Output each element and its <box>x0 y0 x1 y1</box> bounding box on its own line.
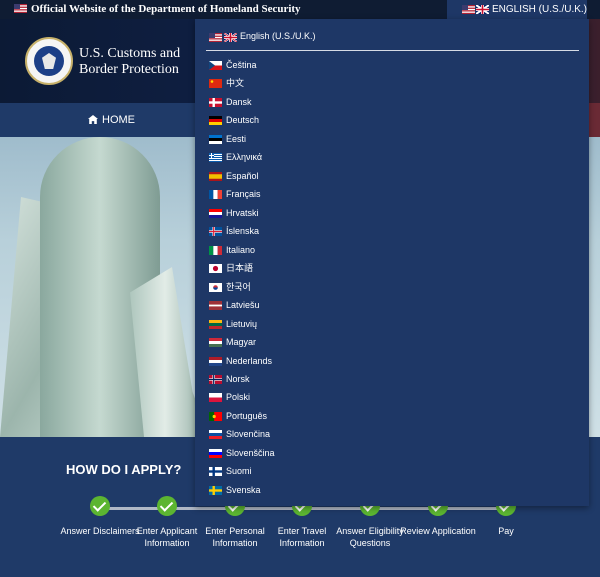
language-option-label: Deutsch <box>226 115 260 126</box>
language-option-label: Español <box>226 170 259 181</box>
language-option-label: Suomi <box>226 466 252 477</box>
checkmark-icon <box>157 496 177 516</box>
language-option-label: Français <box>226 189 261 200</box>
fi-flag-icon <box>209 467 222 477</box>
language-selector-button[interactable]: ENGLISH (U.S./U.K.) <box>447 0 587 19</box>
cz-flag-icon <box>209 61 222 70</box>
agency-name-line1: U.S. Customs and <box>79 46 181 61</box>
uk-flag-icon <box>224 33 237 42</box>
language-option-label: 한국어 <box>226 281 251 292</box>
agency-name-line2: Border Protection <box>79 62 179 77</box>
language-option-label: Slovenščina <box>226 447 275 458</box>
gr-flag-icon <box>209 153 222 163</box>
language-option-label: Polski <box>226 392 251 403</box>
jp-flag-icon <box>209 264 222 274</box>
lt-flag-icon <box>209 319 222 329</box>
step-label: Pay <box>498 526 514 536</box>
language-option-label: Magyar <box>226 337 257 348</box>
language-option-label: 中文 <box>226 78 245 89</box>
checkmark-icon <box>90 496 110 516</box>
es-flag-icon <box>209 171 222 181</box>
cn-flag-icon <box>209 79 222 89</box>
dropdown-divider <box>206 50 579 51</box>
language-option-label: Norsk <box>226 373 250 384</box>
language-option-label: Íslenska <box>226 226 260 237</box>
no-flag-icon <box>209 374 222 384</box>
language-option-label: Português <box>226 410 268 421</box>
dk-flag-icon <box>209 97 222 107</box>
nl-flag-icon <box>209 356 222 366</box>
language-option-label: Dansk <box>226 96 252 107</box>
us-flag-icon <box>462 5 475 17</box>
fr-flag-icon <box>209 190 222 200</box>
language-option-label: Italiano <box>226 244 256 255</box>
language-option-label: Latviešu <box>226 300 260 311</box>
language-dropdown-menu: English (U.S./U.K.) Čeština 中文 Dansk Deutsc… <box>195 19 589 506</box>
sk-flag-icon <box>209 430 222 440</box>
kr-flag-icon <box>209 282 222 292</box>
language-option-label: Hrvatski <box>226 207 259 218</box>
nav-home-label: HOME <box>102 114 135 126</box>
de-flag-icon <box>209 116 222 126</box>
language-option-label: Nederlands <box>226 355 273 366</box>
language-option-label: Čeština <box>226 60 257 70</box>
language-option-label: Ελληνικά <box>226 152 263 163</box>
lv-flag-icon <box>209 301 222 311</box>
us-flag-icon <box>209 33 222 42</box>
language-option-label: Eesti <box>226 133 247 144</box>
pt-flag-icon <box>209 411 222 421</box>
nav-home-link[interactable]: HOME <box>88 114 135 126</box>
language-option-label: 日本語 <box>226 263 254 274</box>
pl-flag-icon <box>209 393 222 403</box>
hu-flag-icon <box>209 338 222 348</box>
si-flag-icon <box>209 448 222 458</box>
language-option-label: Svenska <box>226 484 261 495</box>
language-option-label: Slovenčina <box>226 429 271 440</box>
hr-flag-icon <box>209 208 222 218</box>
it-flag-icon <box>209 245 222 255</box>
us-flag-icon <box>14 4 27 16</box>
dhs-seal-logo[interactable] <box>25 37 73 85</box>
apply-section-title: HOW DO I APPLY? <box>66 462 182 477</box>
home-icon <box>88 115 98 124</box>
se-flag-icon <box>209 485 222 495</box>
uk-flag-icon <box>475 4 490 17</box>
language-option-label: English (U.S./U.K.) <box>240 31 316 41</box>
language-option-label: Lietuvių <box>226 318 258 329</box>
official-website-bar: Official Website of the Department of Ho… <box>0 0 600 19</box>
ee-flag-icon <box>209 134 222 144</box>
official-website-text: Official Website of the Department of Ho… <box>31 3 301 15</box>
is-flag-icon <box>209 227 222 237</box>
agency-name[interactable]: U.S. Customs and Border Protection <box>79 46 180 78</box>
language-selector-label: ENGLISH (U.S./U.K.) <box>492 4 588 15</box>
